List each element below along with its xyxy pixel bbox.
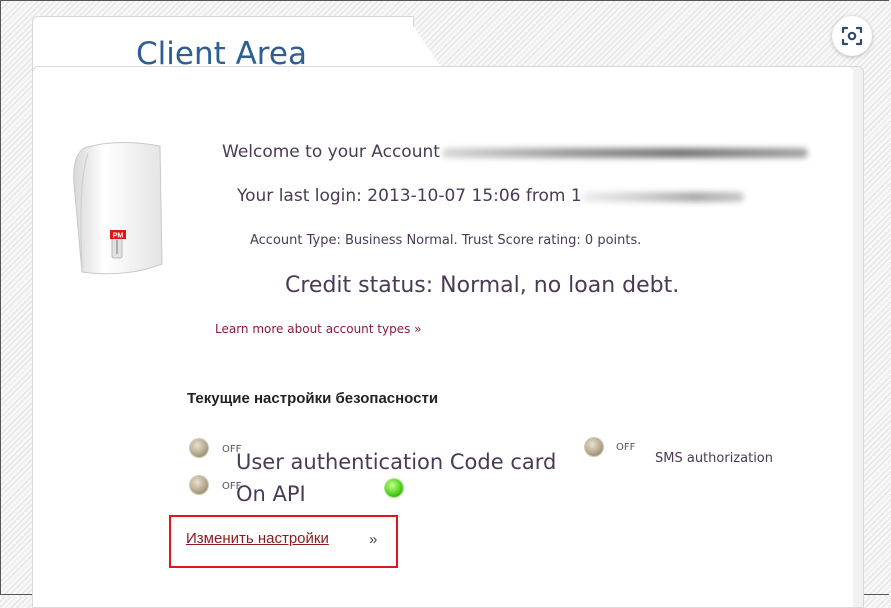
sms-auth-label: SMS authorization — [655, 451, 773, 466]
change-settings-arrow: » — [369, 531, 378, 548]
credit-status-text: Credit status: Normal, no loan debt. — [285, 273, 680, 298]
terminal-badge: PM — [113, 233, 124, 240]
redacted-ip — [582, 192, 744, 202]
led-off-indicator — [190, 476, 208, 494]
learn-more-link[interactable]: Learn more about account types » — [215, 322, 422, 336]
account-type-text: Account Type: Business Normal. Trust Sco… — [250, 233, 642, 248]
page-title: Client Area — [136, 36, 307, 72]
scan-icon — [841, 26, 863, 46]
led-off-indicator — [190, 439, 208, 457]
welcome-text: Welcome to your Account — [222, 142, 440, 162]
api-label: On API — [236, 482, 306, 506]
led-off-indicator — [585, 438, 603, 456]
sms-auth-state: OFF — [616, 442, 636, 453]
led-on-indicator — [385, 479, 403, 497]
redacted-account-id — [442, 148, 808, 158]
payment-terminal-icon: PM — [66, 140, 166, 283]
change-settings-link[interactable]: Изменить настройки — [186, 530, 329, 547]
last-login-text: Your last login: 2013-10-07 15:06 from 1 — [237, 186, 582, 206]
security-settings-heading: Текущие настройки безопасности — [187, 390, 439, 407]
scan-button[interactable] — [832, 16, 872, 56]
code-card-label: User authentication Code card — [236, 450, 557, 474]
